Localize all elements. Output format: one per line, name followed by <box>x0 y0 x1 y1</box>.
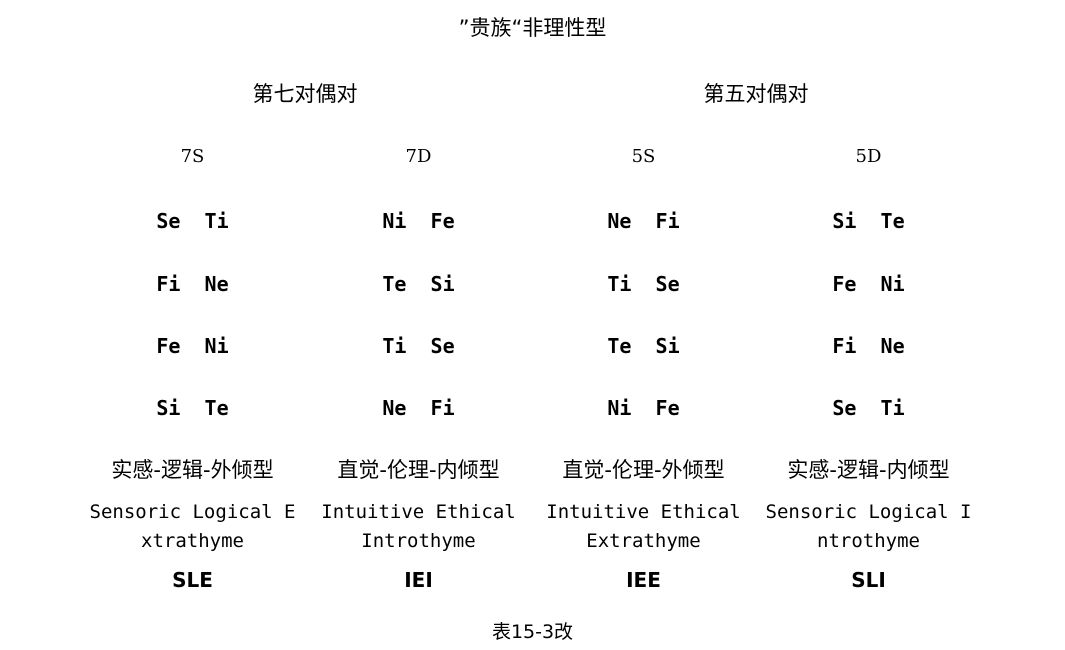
type-column-iee: 5S Ne Fi Ti Se Te Si Ni Fe 直觉-伦理-外倾型 Int… <box>531 0 756 650</box>
type-abbreviation: IEE <box>626 568 661 592</box>
function-pair: Se Ti <box>832 396 905 420</box>
type-code: 7D <box>405 146 432 167</box>
type-name-english: Intuitive Ethical Introthyme <box>321 501 516 552</box>
function-pair: Te Si <box>607 334 680 358</box>
function-pair: Ti Se <box>382 334 455 358</box>
function-pair: Ne Fi <box>382 396 455 420</box>
type-code: 5D <box>855 146 882 167</box>
type-abbreviation: IEI <box>404 568 433 592</box>
function-pair: Fe Ni <box>156 334 229 358</box>
function-pair: Ne Fi <box>607 209 680 233</box>
function-pair: Si Te <box>832 209 905 233</box>
type-name-english: Sensoric Logical Extrathyme <box>89 501 296 552</box>
function-pair: Ni Fe <box>382 209 455 233</box>
type-code: 5S <box>631 146 656 167</box>
type-code: 7S <box>180 146 205 167</box>
function-pair: Fi Ne <box>832 334 905 358</box>
type-name-chinese: 实感-逻辑-内倾型 <box>787 458 950 482</box>
type-name-english: Intuitive Ethical Extrathyme <box>546 501 741 552</box>
table-caption: 表15-3改 <box>491 621 574 643</box>
type-abbreviation: SLE <box>172 568 213 592</box>
function-pair: Te Si <box>382 272 455 296</box>
type-column-sle: 7S Se Ti Fi Ne Fe Ni Si Te 实感-逻辑-外倾型 Sen… <box>80 0 305 650</box>
type-column-sli: 5D Si Te Fe Ni Fi Ne Se Ti 实感-逻辑-内倾型 Sen… <box>756 0 981 650</box>
type-name-chinese: 直觉-伦理-外倾型 <box>562 458 725 482</box>
function-pair: Se Ti <box>156 209 229 233</box>
type-column-iei: 7D Ni Fe Te Si Ti Se Ne Fi 直觉-伦理-内倾型 Int… <box>306 0 531 650</box>
type-name-english: Sensoric Logical Introthyme <box>765 501 972 552</box>
type-name-chinese: 直觉-伦理-内倾型 <box>337 458 500 482</box>
function-pair: Fe Ni <box>832 272 905 296</box>
function-pair: Ni Fe <box>607 396 680 420</box>
type-abbreviation: SLI <box>851 568 886 592</box>
function-pair: Si Te <box>156 396 229 420</box>
function-pair: Fi Ne <box>156 272 229 296</box>
type-name-chinese: 实感-逻辑-外倾型 <box>111 458 274 482</box>
function-pair: Ti Se <box>607 272 680 296</box>
